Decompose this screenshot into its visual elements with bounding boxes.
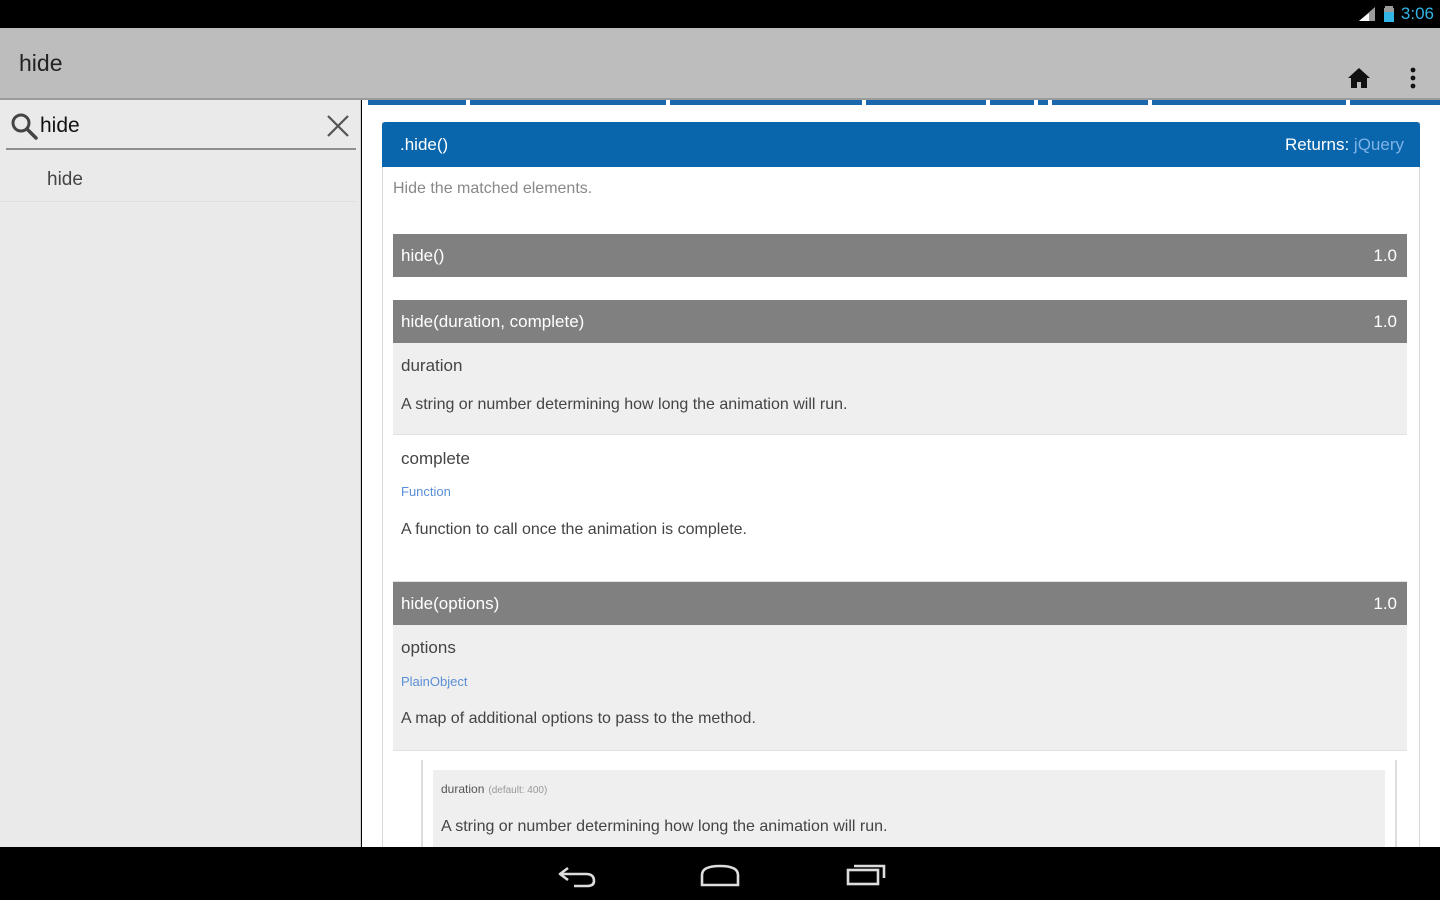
tab-indicator — [1152, 100, 1346, 105]
nested-option-block: duration (default: 400) A string or numbe… — [433, 770, 1385, 847]
status-time: 3:06 — [1400, 4, 1434, 23]
argument-name: duration — [401, 356, 463, 375]
tab-indicator — [368, 100, 466, 105]
home-button[interactable] — [1342, 63, 1376, 93]
navigation-bar — [0, 847, 1440, 900]
argument-description: A string or number determining how long … — [401, 396, 848, 413]
action-bar: hide — [0, 28, 1440, 100]
close-icon[interactable] — [324, 112, 352, 140]
status-icons: 3:06 — [1357, 4, 1434, 24]
argument-name: complete — [401, 449, 470, 468]
tab-indicator — [990, 100, 1034, 105]
signature-header: hide() 1.0 — [393, 234, 1407, 277]
tab-strip — [362, 100, 1440, 106]
home-nav-button[interactable] — [698, 859, 742, 889]
signature-name: hide(duration, complete) — [401, 312, 585, 331]
returns-type-link[interactable]: jQuery — [1354, 135, 1404, 154]
list-item-label: hide — [47, 169, 83, 190]
recent-apps-button[interactable] — [844, 859, 888, 889]
search-pane: hide — [0, 100, 361, 847]
list-item[interactable]: hide — [0, 158, 356, 202]
argument-type-link[interactable]: Function — [401, 484, 451, 499]
back-button[interactable] — [554, 859, 598, 889]
argument-description: A function to call once the animation is… — [401, 521, 747, 538]
tab-indicator — [1038, 100, 1048, 105]
signature-version: 1.0 — [1373, 594, 1397, 613]
more-vert-icon — [1410, 67, 1416, 89]
home-outline-icon — [700, 864, 740, 887]
battery-icon — [1383, 6, 1394, 22]
search-bar — [6, 104, 356, 150]
page-title: hide — [19, 50, 63, 76]
signature-name: hide() — [401, 246, 445, 265]
argument-block: complete Function A function to call onc… — [393, 435, 1407, 582]
argument-description: A map of additional options to pass to t… — [401, 710, 756, 727]
signature-name: hide(options) — [401, 594, 500, 613]
tab-indicator — [670, 100, 862, 105]
documentation-pane: .hide() Returns: jQuery Hide the matched… — [362, 100, 1440, 847]
argument-name: options — [401, 638, 456, 657]
signature-header: hide(options) 1.0 — [393, 582, 1407, 625]
argument-block: options PlainObject A map of additional … — [393, 625, 1407, 751]
tab-indicator — [470, 100, 666, 105]
signal-icon — [1358, 7, 1375, 21]
entry-description: Hide the matched elements. — [393, 180, 593, 197]
tab-indicator — [1052, 100, 1148, 105]
entry-returns: Returns: jQuery — [1285, 135, 1404, 155]
returns-label: Returns: — [1284, 135, 1350, 154]
nested-option-description: A string or number determining how long … — [441, 818, 888, 835]
tab-indicator — [1350, 100, 1440, 105]
home-icon — [1348, 68, 1370, 88]
api-entry: .hide() Returns: jQuery Hide the matched… — [382, 122, 1420, 847]
signature-header: hide(duration, complete) 1.0 — [393, 300, 1407, 343]
back-icon — [558, 866, 596, 888]
search-icon — [11, 113, 38, 140]
status-bar: 3:06 — [0, 0, 1440, 28]
argument-block: duration A string or number determining … — [393, 343, 1407, 435]
overflow-menu-button[interactable] — [1400, 61, 1426, 95]
argument-type-link[interactable]: PlainObject — [401, 674, 467, 689]
nested-options: duration (default: 400) A string or numbe… — [421, 760, 1397, 847]
tab-indicator — [866, 100, 986, 105]
entry-name: .hide() — [400, 135, 449, 154]
nested-option-default: (default: 400) — [488, 785, 548, 796]
recent-apps-icon — [846, 864, 886, 886]
search-input[interactable] — [40, 110, 310, 142]
signature-version: 1.0 — [1373, 312, 1397, 331]
nested-option-name: duration (default: 400) — [441, 782, 547, 796]
nested-option-label: duration — [441, 782, 485, 796]
signature-version: 1.0 — [1373, 246, 1397, 265]
entry-header: .hide() Returns: jQuery — [382, 122, 1420, 167]
